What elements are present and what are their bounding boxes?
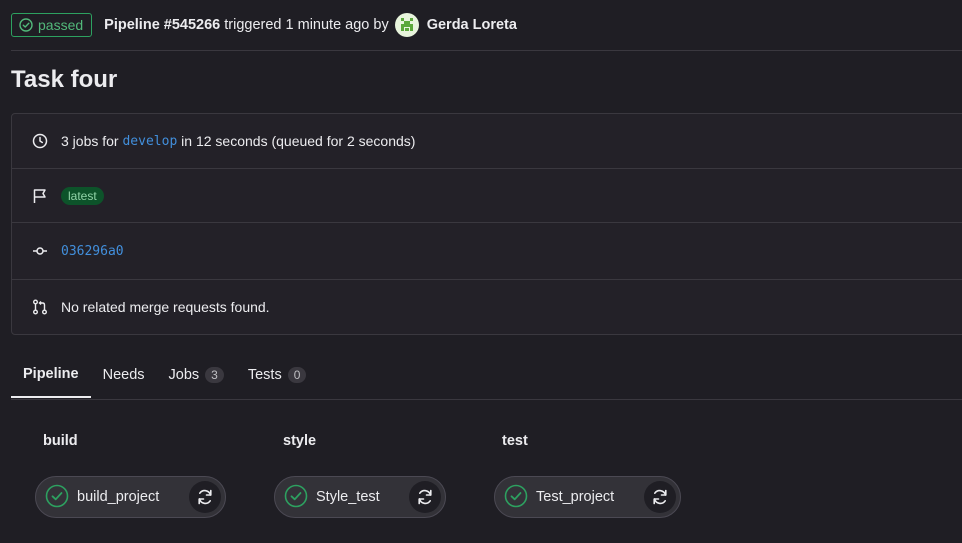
stage-title: build [43,433,78,449]
stage-build: build [43,432,78,449]
merge-requests-text: No related merge requests found. [61,299,270,315]
page-title: Task four [11,66,118,93]
pipeline-header: passed Pipeline #545266 triggered 1 minu… [11,11,962,38]
pipeline-id: Pipeline #545266 [104,16,221,33]
jobs-prefix: 3 jobs for [61,133,119,149]
jobs-count-badge: 3 [205,366,224,383]
author-name[interactable]: Gerda Loreta [427,17,517,33]
clock-icon [32,133,48,149]
retry-button[interactable] [189,481,221,513]
latest-badge[interactable]: latest [61,186,104,205]
stage-title: test [502,433,528,449]
merge-requests-row: No related merge requests found. [12,280,962,334]
stage-style: style [283,432,316,449]
job-test-project[interactable]: Test_project [494,476,681,518]
jobs-suffix: in 12 seconds (queued for 2 seconds) [181,133,416,149]
job-style-test[interactable]: Style_test [274,476,446,518]
labels-row: latest [12,169,962,223]
tab-tests[interactable]: Tests 0 [236,351,319,398]
tab-needs[interactable]: Needs [91,351,157,398]
commit-sha-link[interactable]: 036296a0 [61,244,124,259]
job-name: Test_project [536,489,615,505]
retry-button[interactable] [409,481,441,513]
tab-jobs[interactable]: Jobs 3 [157,351,236,398]
merge-request-icon [32,299,48,315]
check-circle-icon [504,484,528,511]
divider [11,50,962,51]
tab-label: Needs [102,366,145,383]
check-circle-icon [19,17,33,32]
tab-label: Pipeline [23,365,79,382]
job-build-project[interactable]: build_project [35,476,226,518]
stage-test: test [502,432,528,449]
tests-count-badge: 0 [287,366,307,383]
retry-button[interactable] [644,481,676,513]
check-circle-icon [45,484,69,511]
status-badge[interactable]: passed [11,12,93,37]
retry-icon [418,489,432,505]
commit-row: 036296a0 [12,223,962,280]
status-label: passed [38,16,84,33]
check-circle-icon [284,484,308,511]
tab-label: Tests [247,366,282,383]
triggered-text: triggered 1 minute ago by [224,16,389,33]
job-name: build_project [77,489,160,505]
commit-icon [32,243,48,259]
pipeline-tabs: Pipeline Needs Jobs 3 Tests 0 [11,351,962,400]
avatar[interactable] [394,12,419,37]
tab-pipeline[interactable]: Pipeline [11,351,91,398]
flag-icon [32,188,48,204]
stage-title: style [283,433,317,449]
branch-link[interactable]: develop [122,134,177,149]
job-name: Style_test [316,489,380,505]
jobs-duration-row: 3 jobs for develop in 12 seconds (queued… [12,114,962,169]
retry-icon [653,489,667,505]
retry-icon [198,489,212,505]
pipeline-info-card: 3 jobs for develop in 12 seconds (queued… [11,113,962,335]
tab-label: Jobs [168,366,200,383]
pipeline-trigger-text: Pipeline #545266 triggered 1 minute ago … [104,17,389,33]
